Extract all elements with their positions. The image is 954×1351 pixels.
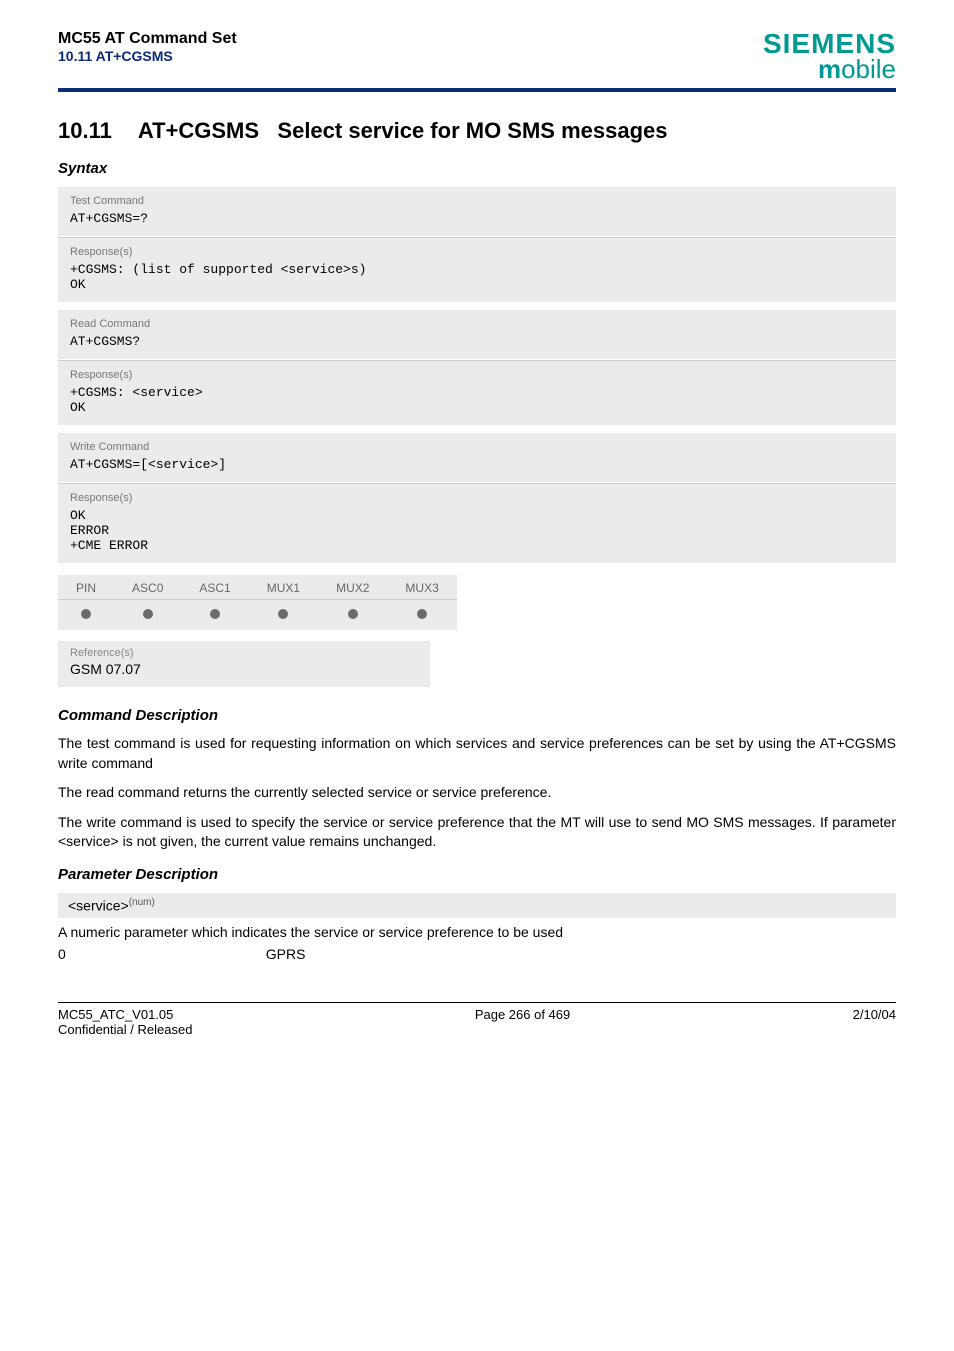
support-dot-mux1 (249, 600, 318, 631)
mobile-logo-m: m (818, 54, 841, 84)
write-command-block: Write Command AT+CGSMS=[<service>] Respo… (58, 433, 896, 563)
mobile-logo: mobile (763, 56, 896, 82)
dot-icon (210, 609, 220, 619)
test-command-row: Test Command AT+CGSMS=? (58, 187, 896, 237)
parameter-row-0-key: 0 (58, 946, 66, 962)
test-response-code: +CGSMS: (list of supported <service>s) O… (70, 262, 884, 292)
mobile-logo-rest: obile (841, 54, 896, 84)
test-response-label: Response(s) (70, 246, 884, 258)
support-dot-mux3 (387, 600, 456, 631)
test-command-block: Test Command AT+CGSMS=? Response(s) +CGS… (58, 187, 896, 302)
write-response-row: Response(s) OK ERROR +CME ERROR (58, 483, 896, 563)
support-header-pin: PIN (58, 575, 114, 600)
heading-title: Select service for MO SMS messages (277, 118, 667, 143)
read-response-label: Response(s) (70, 369, 884, 381)
read-command-label: Read Command (70, 318, 884, 330)
support-header-asc1: ASC1 (181, 575, 248, 600)
parameter-row-0: 0 GPRS (58, 946, 896, 962)
test-command-label: Test Command (70, 195, 884, 207)
brand-block: SIEMENS mobile (763, 30, 896, 82)
support-header-mux3: MUX3 (387, 575, 456, 600)
command-description-heading: Command Description (58, 707, 896, 724)
doc-title: MC55 AT Command Set (58, 30, 237, 48)
test-command-code: AT+CGSMS=? (70, 211, 884, 226)
heading-number: 10.11 (58, 118, 112, 143)
read-response-code: +CGSMS: <service> OK (70, 385, 884, 415)
command-description-p1: The test command is used for requesting … (58, 734, 896, 773)
dot-icon (143, 609, 153, 619)
dot-icon (81, 609, 91, 619)
header-left: MC55 AT Command Set 10.11 AT+CGSMS (58, 30, 237, 64)
command-description-p2: The read command returns the currently s… (58, 783, 896, 803)
write-response-code: OK ERROR +CME ERROR (70, 508, 884, 553)
syntax-heading: Syntax (58, 160, 896, 177)
page-footer: MC55_ATC_V01.05 Confidential / Released … (58, 1002, 896, 1037)
parameter-text: A numeric parameter which indicates the … (58, 924, 896, 940)
support-header-asc0: ASC0 (114, 575, 181, 600)
support-table: PIN ASC0 ASC1 MUX1 MUX2 MUX3 (58, 575, 457, 630)
write-command-code: AT+CGSMS=[<service>] (70, 457, 884, 472)
read-response-row: Response(s) +CGSMS: <service> OK (58, 360, 896, 425)
support-dot-asc1 (181, 600, 248, 631)
dot-icon (348, 609, 358, 619)
parameter-tag: (num) (129, 897, 155, 908)
read-command-code: AT+CGSMS? (70, 334, 884, 349)
reference-text: GSM 07.07 (70, 661, 418, 677)
footer-version: MC55_ATC_V01.05 (58, 1007, 192, 1022)
command-description-p3: The write command is used to specify the… (58, 813, 896, 852)
parameter-description-heading: Parameter Description (58, 866, 896, 883)
reference-label: Reference(s) (70, 647, 418, 659)
read-command-block: Read Command AT+CGSMS? Response(s) +CGSM… (58, 310, 896, 425)
support-header-mux2: MUX2 (318, 575, 387, 600)
reference-block: Reference(s) GSM 07.07 (58, 641, 430, 687)
parameter-name: <service> (68, 898, 129, 914)
footer-page: Page 266 of 469 (475, 1007, 570, 1037)
page-header: MC55 AT Command Set 10.11 AT+CGSMS SIEME… (58, 30, 896, 92)
test-response-row: Response(s) +CGSMS: (list of supported <… (58, 237, 896, 302)
heading-cmd: AT+CGSMS (138, 118, 259, 143)
support-dot-asc0 (114, 600, 181, 631)
support-dot-pin (58, 600, 114, 631)
write-response-label: Response(s) (70, 492, 884, 504)
footer-confidential: Confidential / Released (58, 1022, 192, 1037)
parameter-row-0-val: GPRS (266, 946, 306, 962)
section-heading: 10.11 AT+CGSMS Select service for MO SMS … (58, 118, 896, 144)
read-command-row: Read Command AT+CGSMS? (58, 310, 896, 360)
footer-left: MC55_ATC_V01.05 Confidential / Released (58, 1007, 192, 1037)
parameter-strip: <service>(num) (58, 893, 896, 918)
write-command-row: Write Command AT+CGSMS=[<service>] (58, 433, 896, 483)
footer-date: 2/10/04 (853, 1007, 896, 1037)
dot-icon (278, 609, 288, 619)
write-command-label: Write Command (70, 441, 884, 453)
support-header-mux1: MUX1 (249, 575, 318, 600)
doc-subtitle: 10.11 AT+CGSMS (58, 48, 237, 64)
dot-icon (417, 609, 427, 619)
support-dot-mux2 (318, 600, 387, 631)
